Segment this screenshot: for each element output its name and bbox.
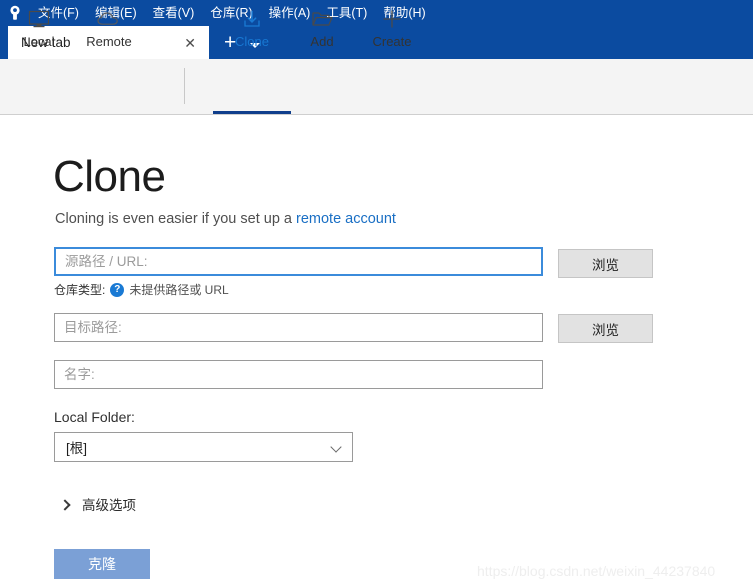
folder-open-icon xyxy=(310,6,334,32)
cloud-icon xyxy=(96,6,122,32)
watermark-text: https://blog.csdn.net/weixin_44237840 xyxy=(477,563,716,579)
toolbar-button-local-label: Local xyxy=(23,34,55,49)
page-title: Clone xyxy=(53,152,166,201)
chevron-down-icon xyxy=(332,442,342,452)
toolbar-button-clone[interactable]: Clone xyxy=(213,6,291,55)
toolbar-button-remote-label: Remote xyxy=(86,34,132,49)
toolbar-button-remote[interactable]: Remote xyxy=(70,6,148,55)
toolbar-divider xyxy=(184,68,185,104)
toolbar-button-add[interactable]: Add xyxy=(283,6,361,55)
repo-type-message: 未提供路径或 URL xyxy=(129,283,229,297)
sourcetree-window: 文件(F) 编辑(E) 查看(V) 仓库(R) 操作(A) 工具(T) 帮助(H… xyxy=(0,0,753,588)
name-input[interactable] xyxy=(54,360,543,389)
main-toolbar xyxy=(0,59,753,115)
repo-type-label: 仓库类型: xyxy=(54,283,106,297)
local-folder-label: Local Folder: xyxy=(54,409,135,425)
destination-path-browse-button[interactable]: 浏览 xyxy=(558,314,653,343)
question-mark-icon[interactable]: ? xyxy=(110,282,125,297)
chevron-right-icon xyxy=(60,499,70,510)
local-folder-selected-value: [根] xyxy=(66,441,88,456)
source-path-browse-button[interactable]: 浏览 xyxy=(558,249,653,278)
download-icon xyxy=(241,6,263,32)
close-icon[interactable]: ✕ xyxy=(181,34,199,52)
clone-submit-button[interactable]: 克隆 xyxy=(54,549,150,579)
menu-item-view-label: 查看(V) xyxy=(152,6,195,20)
page-subtitle-text: Cloning is even easier if you set up a xyxy=(55,211,296,227)
menu-item-view[interactable]: 查看(V) xyxy=(145,0,203,26)
advanced-options-toggle[interactable]: 高级选项 xyxy=(60,494,136,514)
destination-path-input[interactable] xyxy=(54,313,543,342)
page-subtitle: Cloning is even easier if you set up a r… xyxy=(55,211,396,227)
plus-icon xyxy=(381,6,403,32)
toolbar-button-create[interactable]: Create xyxy=(353,6,431,55)
clone-page: Clone Cloning is even easier if you set … xyxy=(0,116,753,588)
local-folder-select[interactable]: [根] xyxy=(54,432,353,462)
monitor-icon xyxy=(27,6,51,32)
remote-account-link[interactable]: remote account xyxy=(296,211,396,227)
toolbar-button-add-label: Add xyxy=(310,34,334,49)
repo-type-row: 仓库类型: ? 未提供路径或 URL xyxy=(54,281,229,298)
source-path-input[interactable] xyxy=(54,247,543,276)
toolbar-button-clone-label: Clone xyxy=(235,34,269,49)
active-tab-underline xyxy=(213,111,291,114)
toolbar-button-create-label: Create xyxy=(372,34,412,49)
toolbar-button-local[interactable]: Local xyxy=(0,6,78,55)
advanced-options-label: 高级选项 xyxy=(82,498,136,513)
